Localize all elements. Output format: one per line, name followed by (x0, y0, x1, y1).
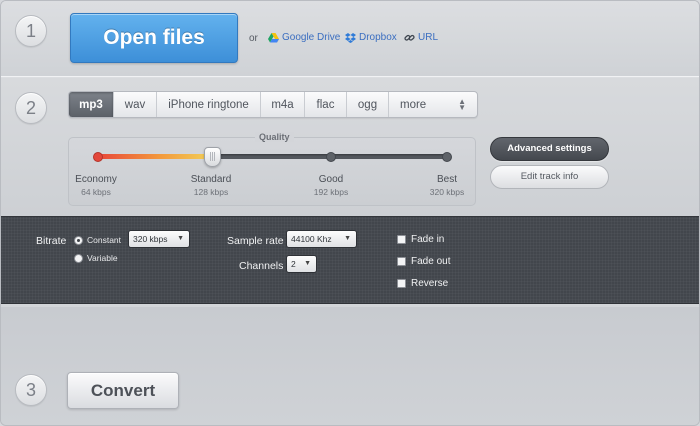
chevron-down-icon: ▼ (177, 235, 184, 242)
quality-rate-best: 320 kbps (429, 187, 465, 197)
quality-stop-economy[interactable] (93, 152, 103, 162)
step-2-badge: 2 (15, 92, 47, 124)
tab-m4a[interactable]: m4a (261, 92, 305, 117)
dropbox-icon (345, 32, 356, 43)
sample-rate-select-value: 44100 Khz (291, 234, 332, 244)
sample-rate-select[interactable]: 44100 Khz ▼ (286, 230, 357, 248)
dropbox-label: Dropbox (359, 32, 397, 43)
tab-ogg[interactable]: ogg (347, 92, 389, 117)
quality-level-best: Best (436, 174, 457, 185)
step-1-badge: 1 (15, 15, 47, 47)
or-label: or (249, 33, 258, 44)
google-drive-link[interactable]: Google Drive (268, 32, 340, 43)
quality-level-standard: Standard (190, 174, 232, 185)
radio-selected-icon (74, 235, 83, 245)
url-label: URL (418, 32, 439, 43)
tab-more[interactable]: more ▲ ▼ (389, 92, 477, 117)
channels-label: Channels (239, 260, 284, 272)
quality-level-economy: Economy (75, 174, 117, 185)
up-down-arrows-icon: ▲ ▼ (458, 96, 466, 112)
checkbox-box (397, 235, 406, 244)
convert-button[interactable]: Convert (67, 372, 179, 409)
bitrate-select-value: 320 kbps (133, 234, 168, 244)
fade-out-checkbox[interactable]: Fade out (397, 256, 450, 267)
google-drive-label: Google Drive (282, 32, 341, 43)
open-files-button[interactable]: Open files (70, 13, 238, 63)
quality-rate-standard: 128 kbps (193, 187, 229, 197)
step-3-badge: 3 (15, 374, 47, 406)
quality-level-good: Good (318, 174, 344, 185)
edit-track-info-button[interactable]: Edit track info (490, 165, 609, 189)
quality-label: Quality (255, 132, 294, 142)
chain-link-icon (404, 34, 415, 41)
url-link[interactable]: URL (404, 32, 438, 43)
advanced-settings-panel: Bitrate Constant Variable 320 kbps ▼ Sam… (1, 216, 699, 304)
bitrate-variable-label: Variable (87, 253, 118, 263)
chevron-down-icon: ▼ (344, 235, 351, 242)
tab-more-label: more (400, 98, 427, 111)
reverse-checkbox[interactable]: Reverse (397, 278, 448, 289)
bitrate-select[interactable]: 320 kbps ▼ (128, 230, 190, 248)
format-tabs: mp3 wav iPhone ringtone m4a flac ogg mor… (68, 91, 478, 118)
tab-mp3[interactable]: mp3 (69, 92, 114, 117)
reverse-label: Reverse (411, 278, 449, 289)
quality-stop-good[interactable] (326, 152, 336, 162)
tab-wav[interactable]: wav (114, 92, 157, 117)
open-files-section: 1 Open files or Google Drive Dropbox URL (1, 1, 699, 77)
bitrate-variable-radio[interactable]: Variable (74, 253, 118, 263)
fade-in-checkbox[interactable]: Fade in (397, 234, 444, 245)
quality-rate-good: 192 kbps (313, 187, 349, 197)
quality-rate-economy: 64 kbps (81, 187, 111, 197)
converter-app: 1 Open files or Google Drive Dropbox URL… (0, 0, 700, 426)
fade-out-label: Fade out (411, 256, 451, 267)
quality-slider-fill (97, 154, 213, 159)
radio-unselected-icon (74, 253, 83, 263)
google-drive-icon (268, 32, 279, 42)
advanced-settings-button[interactable]: Advanced settings (490, 137, 609, 161)
quality-slider-thumb[interactable] (204, 147, 221, 167)
checkbox-box (397, 279, 406, 288)
tab-flac[interactable]: flac (305, 92, 347, 117)
sample-rate-label: Sample rate (227, 235, 284, 247)
chevron-down-icon: ▼ (304, 260, 311, 267)
checkbox-box (397, 257, 406, 266)
dropbox-link[interactable]: Dropbox (345, 32, 397, 43)
tab-iphone-ringtone[interactable]: iPhone ringtone (157, 92, 261, 117)
channels-select[interactable]: 2 ▼ (286, 255, 317, 273)
bitrate-label: Bitrate (36, 235, 67, 247)
bitrate-constant-label: Constant (87, 235, 122, 245)
bitrate-constant-radio[interactable]: Constant (74, 235, 121, 245)
fade-in-label: Fade in (411, 234, 445, 245)
quality-stop-best[interactable] (442, 152, 452, 162)
channels-select-value: 2 (291, 259, 296, 269)
